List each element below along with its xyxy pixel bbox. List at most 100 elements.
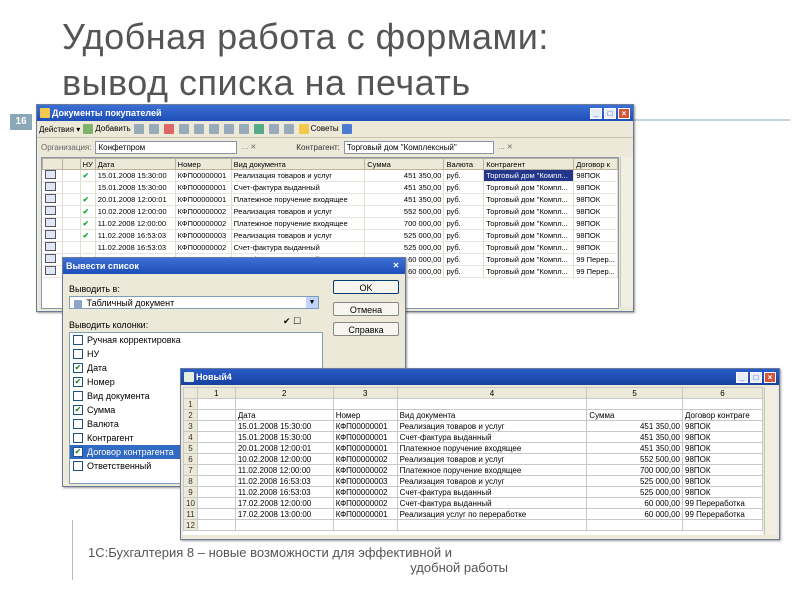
sheet-cell[interactable]: 98ПОК	[682, 442, 763, 454]
documents-column-header[interactable]: Дата	[94, 158, 176, 170]
sheet-cell[interactable]	[332, 519, 398, 531]
sheet-minimize-button[interactable]: _	[736, 371, 748, 383]
sheet-row[interactable]: 3 15.01.2008 15:30:00 КФП00000001 Реализаци…	[183, 420, 763, 432]
sheet-cell[interactable]: 10.02.2008 12:00:00	[234, 453, 334, 465]
sheet-cell[interactable]: 17.02.2008 12:00:00	[234, 497, 334, 509]
sheet-cell[interactable]	[396, 398, 588, 410]
report-icon[interactable]	[283, 124, 296, 134]
sheet-cell[interactable]	[234, 398, 334, 410]
sheet-cell[interactable]: КФП00000001	[332, 442, 398, 454]
organization-clear-icon[interactable]: … ✕	[241, 143, 256, 151]
sheet-cell[interactable]: Вид документа	[396, 409, 588, 421]
column-checkbox[interactable]: ✔	[73, 447, 83, 457]
sheet-cell[interactable]: 15.01.2008 15:30:00	[234, 420, 334, 432]
documents-column-header[interactable]: НУ	[79, 158, 96, 170]
sheet-cell[interactable]: Платежное поручение входящее	[396, 464, 588, 476]
post-icon[interactable]	[253, 124, 266, 134]
sheet-cell[interactable]: 20.01.2008 12:00:01	[234, 442, 334, 454]
output-column-item[interactable]: НУ	[70, 347, 322, 361]
sheet-cell[interactable]	[396, 519, 588, 531]
column-checkbox[interactable]	[73, 335, 83, 345]
sheet-cell[interactable]: КФП00000002	[332, 453, 398, 465]
sheet-row-number[interactable]: 1	[183, 398, 198, 410]
sheet-cell[interactable]: Реализация товаров и услуг	[396, 453, 588, 465]
documents-column-header[interactable]	[42, 158, 63, 170]
sheet-cell[interactable]	[196, 475, 236, 487]
sheet-column-number[interactable]: 1	[196, 387, 236, 399]
sheet-cell[interactable]: Счет-фактура выданный	[396, 486, 588, 498]
sheet-row-number[interactable]: 9	[183, 486, 198, 498]
sheet-cell[interactable]: 451 350,00	[586, 431, 683, 443]
sheet-cell[interactable]	[196, 431, 236, 443]
sheet-close-button[interactable]: ×	[764, 371, 776, 383]
sheet-row[interactable]: 5 20.01.2008 12:00:01 КФП00000001 Платежное…	[183, 442, 763, 454]
documents-column-header[interactable]: Договор к	[573, 158, 618, 170]
column-checkbox[interactable]	[73, 461, 83, 471]
spreadsheet-window[interactable]: Новый4 _ □ × 1 2 3 4 5 6 1 2 Дата Номер Вид докуме…	[180, 368, 780, 540]
column-checkbox[interactable]	[73, 433, 83, 443]
sheet-cell[interactable]: 98ПОК	[682, 453, 763, 465]
sheet-cell[interactable]: 60 000,00	[586, 508, 683, 520]
documents-row[interactable]: 15.01.2008 15:30:00 КФП00000001 Счет-факту…	[42, 181, 618, 194]
tips-button[interactable]: Советы	[298, 124, 339, 134]
sheet-cell[interactable]: 98ПОК	[682, 475, 763, 487]
maximize-button[interactable]: □	[604, 107, 616, 119]
chevron-down-icon[interactable]: ▼	[306, 297, 318, 308]
sheet-row[interactable]: 6 10.02.2008 12:00:00 КФП00000002 Реализаци…	[183, 453, 763, 465]
sheet-cell[interactable]: Сумма	[586, 409, 683, 421]
organization-field[interactable]: Конфетпром	[95, 140, 238, 154]
sheet-cell[interactable]: Дата	[234, 409, 334, 421]
sheet-cell[interactable]: Платежное поручение входящее	[396, 442, 588, 454]
sheet-cell[interactable]: Счет-фактура выданный	[396, 431, 588, 443]
filter-icon[interactable]	[193, 124, 206, 134]
sheet-cell[interactable]	[234, 519, 334, 531]
edit-icon[interactable]	[148, 124, 161, 134]
output-column-item[interactable]: Ручная корректировка	[70, 333, 322, 347]
documents-column-header[interactable]: Номер	[174, 158, 232, 170]
sheet-row-number[interactable]: 7	[183, 464, 198, 476]
sheet-cell[interactable]: 525 000,00	[586, 475, 683, 487]
sheet-column-number[interactable]: 2	[234, 387, 334, 399]
sheet-cell[interactable]: КФП00000001	[332, 508, 398, 520]
sheet-cell[interactable]	[196, 464, 236, 476]
sheet-cell[interactable]: Номер	[332, 409, 398, 421]
sheet-cell[interactable]: 99 Переработка	[682, 508, 763, 520]
output-dialog-titlebar[interactable]: Вывести список ✕	[63, 258, 405, 274]
output-dialog-close-icon[interactable]: ✕	[390, 261, 402, 272]
sheet-cell[interactable]	[196, 453, 236, 465]
documents-column-header[interactable]: Валюта	[443, 158, 485, 170]
sheet-column-number[interactable]: 4	[396, 387, 588, 399]
sheet-cell[interactable]: Реализация товаров и услуг	[396, 420, 588, 432]
output-to-select[interactable]: Табличный документ ▼	[69, 296, 319, 309]
contractor-field[interactable]: Торговый дом "Комплексный"	[343, 140, 494, 154]
sheet-row[interactable]: 4 15.01.2008 15:30:00 КФП00000001 Счет-факт…	[183, 431, 763, 443]
sheet-row[interactable]: 7 11.02.2008 12:00:00 КФП00000002 Платежное…	[183, 464, 763, 476]
documents-scrollbar[interactable]	[620, 157, 633, 307]
sheet-column-number[interactable]: 6	[682, 387, 763, 399]
sheet-cell[interactable]	[196, 398, 236, 410]
delete-icon[interactable]	[163, 124, 176, 134]
sheet-cell[interactable]	[682, 398, 763, 410]
hierarchy-icon[interactable]	[223, 124, 236, 134]
sheet-cell[interactable]: 11.02.2008 12:00:00	[234, 464, 334, 476]
sheet-cell[interactable]: КФП00000001	[332, 431, 398, 443]
minimize-button[interactable]: _	[590, 107, 602, 119]
documents-column-header[interactable]: Контрагент	[483, 158, 575, 170]
sheet-row-number[interactable]: 8	[183, 475, 198, 487]
sheet-cell[interactable]	[196, 519, 236, 531]
column-checkbox[interactable]: ✔	[73, 405, 83, 415]
sheet-cell[interactable]: 15.01.2008 15:30:00	[234, 431, 334, 443]
sheet-cell[interactable]	[586, 398, 683, 410]
sheet-cell[interactable]	[196, 508, 236, 520]
sheet-cell[interactable]: Счет-фактура выданный	[396, 497, 588, 509]
actions-menu-button[interactable]: Действия ▾	[39, 125, 80, 134]
ok-button[interactable]: OK	[333, 280, 399, 294]
sheet-cell[interactable]	[332, 398, 398, 410]
sheet-cell[interactable]: КФП00000002	[332, 464, 398, 476]
help-button[interactable]: Справка	[333, 322, 399, 336]
print-icon[interactable]	[238, 124, 251, 134]
documents-row[interactable]: ✔ 11.02.2008 12:00:00 КФП00000002 Платежное…	[42, 217, 618, 230]
sheet-row[interactable]: 1	[183, 398, 763, 410]
spreadsheet-grid[interactable]: 1 2 3 4 5 6 1 2 Дата Номер Вид документа Сумма Догов…	[183, 387, 763, 535]
sheet-row-number[interactable]: 3	[183, 420, 198, 432]
